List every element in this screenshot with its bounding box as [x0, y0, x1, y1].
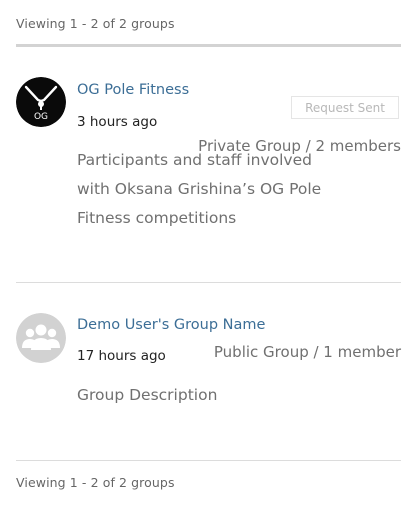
group-avatar[interactable]: [16, 313, 66, 363]
group-last-active: 17 hours ago: [77, 348, 166, 364]
request-sent-button[interactable]: Request Sent: [291, 96, 399, 119]
pagination-count-bottom: Viewing 1 - 2 of 2 groups: [16, 475, 175, 490]
pagination-count-top: Viewing 1 - 2 of 2 groups: [16, 16, 175, 31]
group-name-link[interactable]: OG Pole Fitness: [77, 82, 189, 98]
group-avatar[interactable]: OG: [16, 77, 66, 127]
item-divider: [16, 282, 401, 283]
svg-text:OG: OG: [34, 112, 48, 122]
footer-divider: [16, 460, 401, 461]
group-last-active: 3 hours ago: [77, 114, 158, 130]
group-name-link[interactable]: Demo User's Group Name: [77, 317, 265, 333]
group-description: Participants and staff involved with Oks…: [77, 151, 322, 227]
group-type-members: Public Group / 1 member: [213, 343, 401, 361]
header-divider: [16, 44, 401, 47]
pole-fitness-logo-icon: OG: [16, 77, 66, 127]
group-placeholder-icon: [16, 313, 66, 363]
group-description: Group Description: [77, 386, 218, 404]
